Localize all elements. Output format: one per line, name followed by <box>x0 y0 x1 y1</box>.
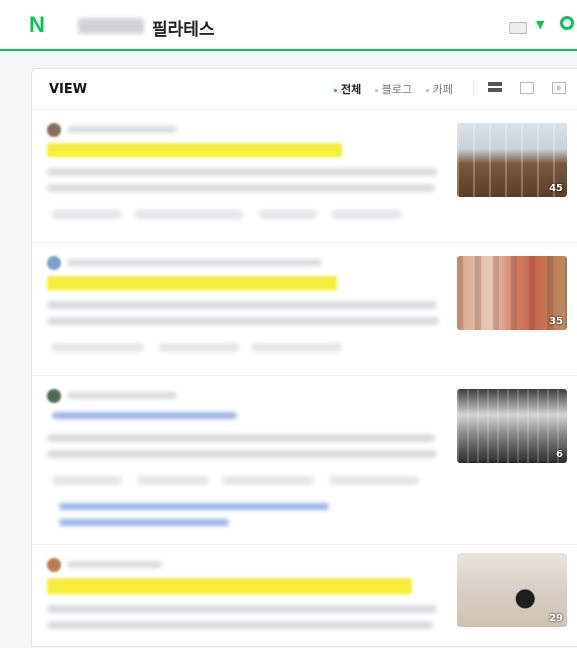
result-thumbnail[interactable]: 45 <box>457 123 567 197</box>
blurred-content <box>47 376 437 544</box>
view-title: VIEW <box>49 82 88 97</box>
list-view-icon[interactable] <box>488 82 502 94</box>
result-thumbnail[interactable]: 29 <box>457 553 567 627</box>
grid-view-icon[interactable] <box>520 82 534 94</box>
avatar <box>47 558 61 572</box>
list-item[interactable]: 35 <box>32 243 577 376</box>
naver-logo[interactable]: N <box>29 14 49 36</box>
filter-blog[interactable]: 블로그 <box>374 81 412 97</box>
search-header: N 필라테스 ▼ <box>0 0 577 51</box>
image-count-badge: 45 <box>549 183 563 194</box>
result-thumbnail[interactable]: 6 <box>457 389 567 463</box>
view-filters: 전체 블로그 카페 <box>334 81 463 97</box>
blurred-content <box>47 545 437 648</box>
divider <box>473 81 474 95</box>
chevron-down-icon[interactable]: ▼ <box>536 18 544 31</box>
filter-cafe[interactable]: 카페 <box>425 81 453 97</box>
image-count-badge: 29 <box>549 613 563 624</box>
avatar <box>47 123 61 137</box>
image-count-badge: 6 <box>556 449 563 460</box>
image-count-badge: 35 <box>549 316 563 327</box>
blurred-content <box>47 243 439 375</box>
avatar <box>47 389 61 403</box>
highlighted-title[interactable] <box>47 143 342 157</box>
blurred-content <box>47 110 437 242</box>
avatar <box>47 256 61 270</box>
filter-all[interactable]: 전체 <box>334 81 361 97</box>
list-item[interactable]: 6 <box>32 376 577 545</box>
highlighted-title[interactable] <box>47 578 412 594</box>
highlighted-title[interactable] <box>47 276 337 290</box>
keyboard-icon[interactable] <box>509 22 527 34</box>
list-item[interactable]: 45 <box>32 110 577 243</box>
view-panel: VIEW 전체 블로그 카페 45 35 6 29 <box>31 68 577 647</box>
view-panel-header: VIEW 전체 블로그 카페 <box>32 69 577 110</box>
list-item[interactable]: 29 <box>32 545 577 648</box>
search-query[interactable]: 필라테스 <box>152 15 215 40</box>
blurred-query-prefix <box>78 18 144 34</box>
search-icon[interactable] <box>560 16 574 30</box>
video-view-icon[interactable] <box>552 82 566 94</box>
result-thumbnail[interactable]: 35 <box>457 256 567 330</box>
